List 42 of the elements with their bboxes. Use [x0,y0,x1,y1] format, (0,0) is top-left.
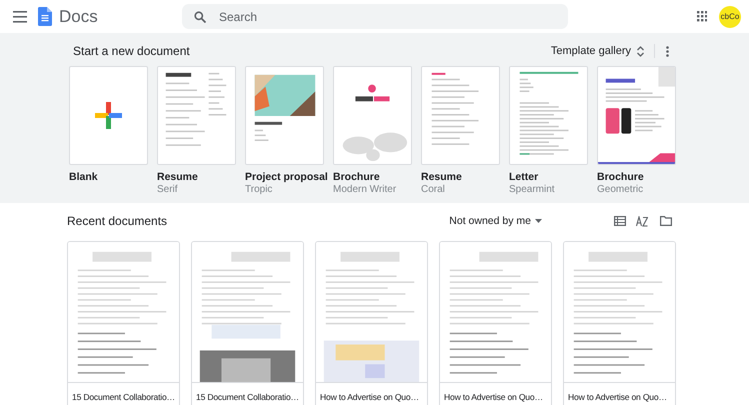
caret-icon[interactable] [535,219,542,223]
template-name: Resume [157,171,198,183]
sort-icon[interactable] [636,216,648,226]
document-title: 15 Document Collaboratio… [68,382,179,405]
document-card[interactable]: How to Advertise on Quo… [563,241,676,405]
template-name: Blank [69,171,98,183]
more-options-icon[interactable] [666,46,669,56]
document-title: How to Advertise on Quo… [564,382,675,405]
apps-grid-icon[interactable] [696,11,707,22]
list-view-icon[interactable] [614,216,626,226]
owner-filter-dropdown[interactable]: Not owned by me [449,215,531,227]
menu-icon[interactable] [13,10,27,22]
document-title: How to Advertise on Quo… [440,382,551,405]
document-card[interactable]: 15 Document Collaboratio… [191,241,304,405]
search-icon [194,10,206,22]
document-title: 15 Document Collaboratio… [192,382,303,405]
plus-icon [95,102,122,129]
template-style: Serif [157,184,178,195]
folder-icon[interactable] [660,216,672,226]
template-name: Project proposal [245,171,328,183]
template-style: Spearmint [509,184,555,195]
search-field[interactable]: Search [182,4,568,29]
template-name: Brochure [597,171,644,183]
template-style: Modern Writer [333,184,396,195]
template-style: Geometric [597,184,644,195]
expand-collapse-icon[interactable] [637,46,644,56]
template-name: Brochure [333,171,380,183]
section-title: Start a new document [73,44,191,58]
app-name: Docs [59,6,99,26]
document-title: How to Advertise on Quo… [316,382,427,405]
template-style: Coral [421,184,445,195]
section-title: Recent documents [67,214,168,228]
blank-template[interactable] [69,66,148,165]
template-gallery-button[interactable]: Template gallery [550,45,631,57]
template-name: Resume [421,171,462,183]
template-style: Tropic [245,184,272,195]
template-name: Letter [509,171,538,183]
account-avatar[interactable]: cbCo [719,6,741,28]
document-card[interactable]: How to Advertise on Quo… [439,241,552,405]
document-card[interactable]: 15 Document Collaboratio… [67,241,180,405]
docs-logo-icon[interactable] [38,7,52,26]
document-card[interactable]: How to Advertise on Quo… [315,241,428,405]
